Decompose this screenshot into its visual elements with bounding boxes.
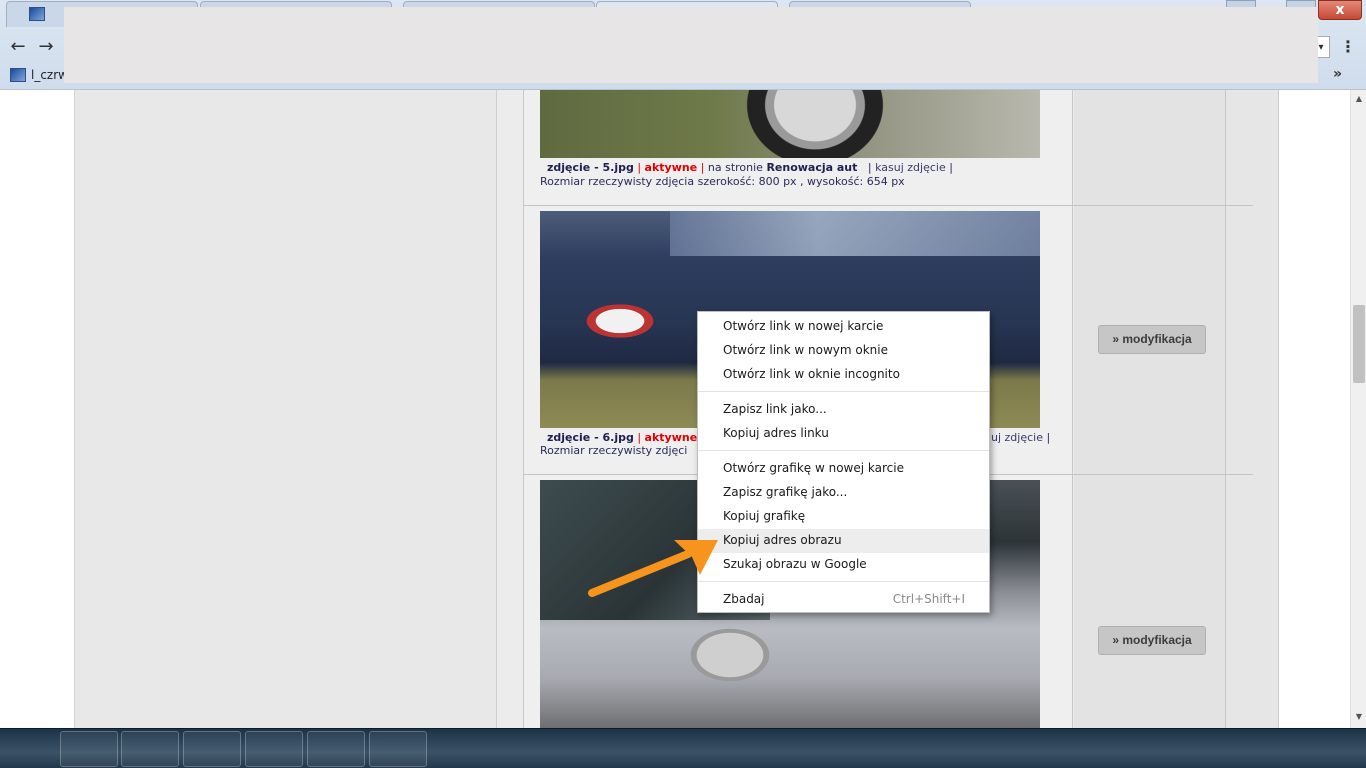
taskbar-item[interactable] bbox=[245, 731, 303, 767]
menu-item-copy-image-address[interactable]: Kopiuj adres obrazu bbox=[698, 529, 989, 553]
menu-item-open-link-new-window[interactable]: Otwórz link w nowym oknie bbox=[698, 339, 989, 363]
status-badge[interactable]: aktywne bbox=[645, 161, 698, 174]
left-panel bbox=[74, 90, 497, 728]
photo-caption: zdjęcie - 6.jpg | aktywne bbox=[547, 431, 698, 444]
extra-column bbox=[1226, 90, 1279, 728]
chevron-down-icon: ▾ bbox=[1318, 42, 1324, 53]
shortcut-hint: Ctrl+Shift+I bbox=[892, 592, 965, 606]
forward-arrow-icon: → bbox=[38, 36, 54, 57]
menu-item-save-link-as[interactable]: Zapisz link jako... bbox=[698, 398, 989, 422]
scrollbar-thumb[interactable] bbox=[1353, 305, 1365, 383]
taskbar-item[interactable] bbox=[121, 731, 179, 767]
menu-separator bbox=[698, 391, 989, 392]
bookmark-item[interactable]: l_czrw bbox=[31, 68, 68, 82]
window-close-button[interactable]: x bbox=[1318, 0, 1362, 20]
modify-button[interactable]: » modyfikacja bbox=[1098, 325, 1206, 354]
page-viewport: zdjęcie - 5.jpg | aktywne | na stronie R… bbox=[0, 90, 1350, 728]
taskbar-item[interactable] bbox=[307, 731, 365, 767]
scroll-up-icon[interactable]: ▲ bbox=[1351, 92, 1366, 106]
context-menu: Otwórz link w nowej karcie Otwórz link w… bbox=[697, 311, 990, 613]
scroll-down-icon[interactable]: ▼ bbox=[1351, 710, 1366, 724]
taskbar-item[interactable] bbox=[60, 731, 118, 767]
photo-filename: zdjęcie - 5.jpg bbox=[547, 161, 634, 174]
menu-item-open-image-new-tab[interactable]: Otwórz grafikę w nowej karcie bbox=[698, 457, 989, 481]
site-favicon-icon bbox=[29, 7, 45, 21]
row-divider bbox=[523, 205, 1253, 206]
menu-item-copy-link-address[interactable]: Kopiuj adres linku bbox=[698, 422, 989, 446]
photo-filename: zdjęcie - 6.jpg bbox=[547, 431, 634, 444]
table-gutter bbox=[497, 90, 523, 728]
modify-button[interactable]: » modyfikacja bbox=[1098, 626, 1206, 655]
menu-item-open-link-new-tab[interactable]: Otwórz link w nowej karcie bbox=[698, 315, 989, 339]
bookmark-favicon-icon bbox=[10, 68, 26, 82]
menu-item-search-image-google[interactable]: Szukaj obrazu w Google bbox=[698, 553, 989, 577]
delete-photo-link[interactable]: kasuj zdjęcie bbox=[875, 161, 946, 174]
photo-size-text: Rozmiar rzeczywisty zdjęci bbox=[540, 444, 688, 457]
menu-separator bbox=[698, 581, 989, 582]
status-badge[interactable]: aktywne bbox=[645, 431, 698, 444]
photo-size-text: Rozmiar rzeczywisty zdjęcia szerokość: 8… bbox=[540, 175, 905, 188]
taskbar-item[interactable] bbox=[183, 731, 241, 767]
menu-item-copy-image[interactable]: Kopiuj grafikę bbox=[698, 505, 989, 529]
annotation-arrow-icon bbox=[588, 540, 718, 597]
delete-photo-link[interactable]: uj zdjęcie | bbox=[991, 431, 1050, 444]
menu-item-inspect[interactable]: Zbadaj Ctrl+Shift+I bbox=[698, 588, 989, 612]
menu-separator bbox=[698, 450, 989, 451]
menu-item-open-link-incognito[interactable]: Otwórz link w oknie incognito bbox=[698, 363, 989, 387]
page-name: Renowacja aut bbox=[766, 161, 858, 174]
window-close-icon: x bbox=[1335, 2, 1345, 18]
browser-chrome: D x ← → ⋮ ▾ l_czrw » bbox=[0, 0, 1366, 90]
menu-item-save-image-as[interactable]: Zapisz grafikę jako... bbox=[698, 481, 989, 505]
vertical-scrollbar[interactable]: ▲ ▼ bbox=[1350, 90, 1366, 728]
page-prefix: na stronie bbox=[707, 161, 763, 174]
redaction-overlay bbox=[64, 7, 1318, 83]
menu-dots-icon: ⋮ bbox=[1340, 37, 1356, 56]
car-photo-5[interactable] bbox=[540, 90, 1040, 158]
back-arrow-icon: ← bbox=[10, 36, 26, 57]
bookmarks-more-button[interactable]: » bbox=[1333, 66, 1342, 82]
browser-menu-button[interactable]: ⋮ bbox=[1340, 36, 1356, 58]
back-button[interactable]: ← bbox=[7, 36, 29, 58]
forward-button[interactable]: → bbox=[35, 36, 57, 58]
os-taskbar bbox=[0, 728, 1366, 768]
taskbar-item[interactable] bbox=[369, 731, 427, 767]
photo-caption: zdjęcie - 5.jpg | aktywne | na stronie R… bbox=[547, 161, 953, 174]
